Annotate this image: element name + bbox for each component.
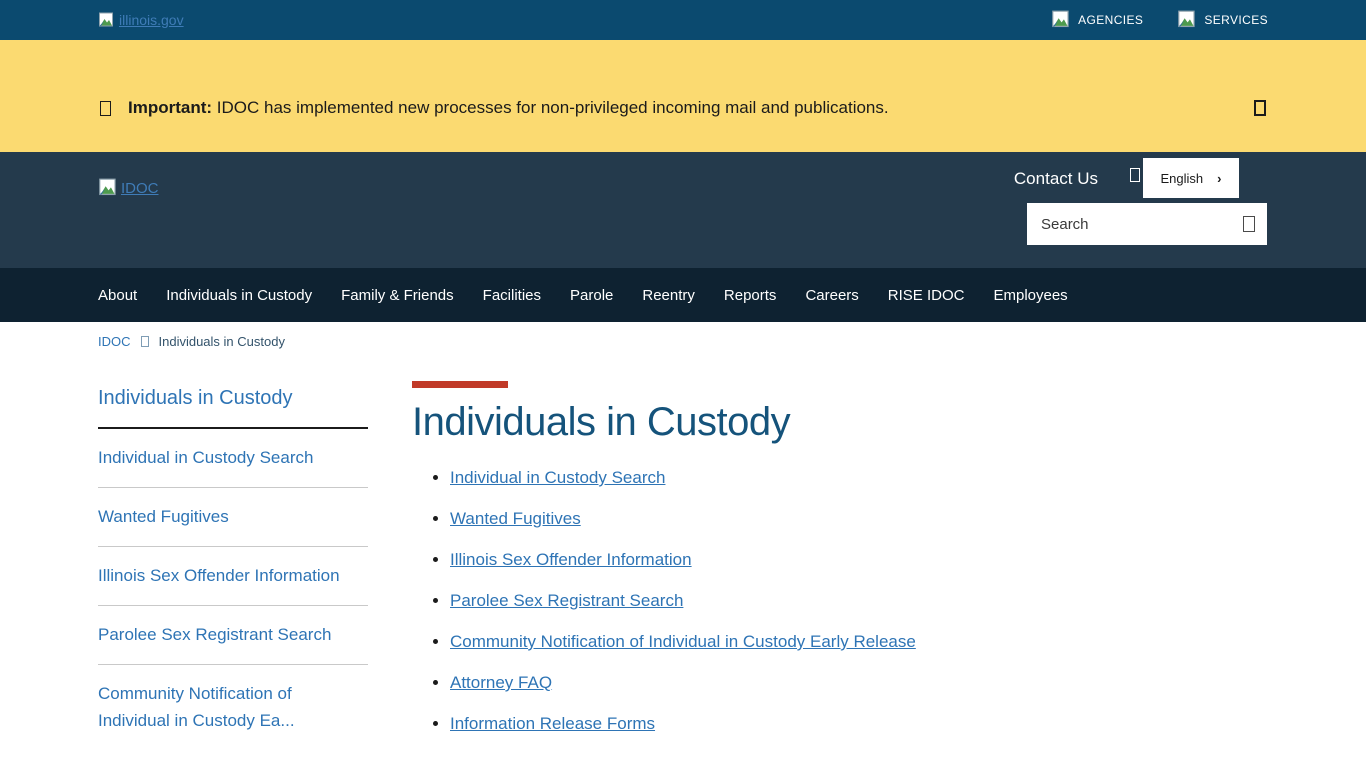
broken-image-icon — [98, 178, 118, 198]
gov-topbar: illinois.gov AGENCIES SERVICES — [0, 0, 1366, 40]
list-item: Information Release Forms — [450, 714, 1268, 734]
search-button[interactable] — [1243, 216, 1255, 232]
sidebar-item-sex-offender-info[interactable]: Illinois Sex Offender Information — [98, 547, 368, 605]
nav-item-reentry[interactable]: Reentry — [642, 287, 695, 304]
sidebar-item: Parolee Sex Registrant Search — [98, 606, 368, 665]
alert-banner: Important: IDOC has implemented new proc… — [0, 40, 1366, 171]
link-community-notification[interactable]: Community Notification of Individual in … — [450, 632, 916, 651]
nav-item-individuals-in-custody[interactable]: Individuals in Custody — [166, 287, 312, 304]
list-item: Attorney FAQ — [450, 673, 1268, 693]
alert-icon — [100, 101, 111, 116]
broken-image-icon — [1177, 10, 1197, 30]
sidebar: Individuals in Custody Individual in Cus… — [98, 381, 368, 755]
illinois-gov-label: illinois.gov — [119, 12, 184, 28]
sidebar-item: Individual in Custody Search — [98, 429, 368, 488]
sidebar-item-community-notification[interactable]: Community Notification of Individual in … — [98, 665, 368, 750]
services-label: SERVICES — [1204, 13, 1268, 27]
primary-nav: About Individuals in Custody Family & Fr… — [0, 268, 1366, 322]
sidebar-item-individual-search[interactable]: Individual in Custody Search — [98, 429, 368, 487]
idoc-logo-link[interactable]: IDOC — [98, 178, 159, 198]
alert-important-label: Important: — [128, 98, 213, 117]
contact-us-link[interactable]: Contact Us — [1014, 169, 1098, 189]
sidebar-item-parolee-registrant-search[interactable]: Parolee Sex Registrant Search — [98, 606, 368, 664]
list-item: Community Notification of Individual in … — [450, 632, 1268, 652]
nav-item-facilities[interactable]: Facilities — [483, 287, 541, 304]
link-parolee-registrant-search[interactable]: Parolee Sex Registrant Search — [450, 591, 683, 610]
nav-item-employees[interactable]: Employees — [993, 287, 1067, 304]
nav-item-family-friends[interactable]: Family & Friends — [341, 287, 454, 304]
nav-item-careers[interactable]: Careers — [805, 287, 858, 304]
agencies-link[interactable]: AGENCIES — [1051, 10, 1143, 30]
alert-line1: Important: IDOC has implemented new proc… — [128, 98, 889, 118]
services-link[interactable]: SERVICES — [1177, 10, 1268, 30]
list-item: Illinois Sex Offender Information — [450, 550, 1268, 570]
sidebar-item: Community Notification of Individual in … — [98, 665, 368, 750]
content-area: Individuals in Custody Individual in Cus… — [0, 349, 1366, 755]
illinois-gov-link[interactable]: illinois.gov — [98, 12, 184, 29]
nav-item-about[interactable]: About — [98, 287, 137, 304]
idoc-logo-label: IDOC — [121, 179, 159, 197]
search-box — [1027, 203, 1267, 245]
search-input[interactable] — [1041, 215, 1243, 233]
site-header: IDOC Contact Us English › — [0, 152, 1366, 268]
nav-item-parole[interactable]: Parole — [570, 287, 613, 304]
broken-image-icon — [1051, 10, 1071, 30]
sidebar-item: Illinois Sex Offender Information — [98, 547, 368, 606]
topbar-links: AGENCIES SERVICES — [1051, 10, 1268, 30]
link-individual-search[interactable]: Individual in Custody Search — [450, 468, 665, 487]
agencies-label: AGENCIES — [1078, 13, 1144, 27]
list-item: Parolee Sex Registrant Search — [450, 591, 1268, 611]
sidebar-list: Individual in Custody Search Wanted Fugi… — [98, 429, 368, 750]
breadcrumb-home-link[interactable]: IDOC — [98, 334, 131, 349]
broken-image-icon — [98, 12, 115, 29]
search-icon — [1243, 216, 1255, 232]
link-information-release-forms[interactable]: Information Release Forms — [450, 714, 655, 733]
language-label: English — [1160, 170, 1204, 186]
sidebar-item: Wanted Fugitives — [98, 488, 368, 547]
sidebar-title-link[interactable]: Individuals in Custody — [98, 381, 368, 429]
list-item: Individual in Custody Search — [450, 468, 1268, 488]
link-attorney-faq[interactable]: Attorney FAQ — [450, 673, 552, 692]
nav-item-rise-idoc[interactable]: RISE IDOC — [888, 287, 965, 304]
language-selector[interactable]: English › — [1143, 158, 1239, 198]
alert-line1-text: IDOC has implemented new processes for n… — [212, 98, 889, 117]
breadcrumb-separator-icon — [140, 336, 149, 347]
alert-close-button[interactable] — [1254, 100, 1266, 119]
link-sex-offender-info[interactable]: Illinois Sex Offender Information — [450, 550, 692, 569]
link-wanted-fugitives[interactable]: Wanted Fugitives — [450, 509, 581, 528]
nav-item-reports[interactable]: Reports — [724, 287, 777, 304]
globe-icon — [1130, 168, 1140, 182]
list-item: Wanted Fugitives — [450, 509, 1268, 529]
chevron-right-icon: › — [1217, 170, 1222, 186]
page-title: Individuals in Custody — [412, 400, 791, 444]
main-link-list: Individual in Custody Search Wanted Fugi… — [450, 468, 1268, 734]
main-column: Individuals in Custody Individual in Cus… — [412, 381, 1268, 755]
close-icon — [1254, 100, 1266, 116]
breadcrumb: IDOC Individuals in Custody — [0, 322, 1366, 349]
accent-bar — [412, 381, 508, 388]
breadcrumb-current: Individuals in Custody — [158, 334, 285, 349]
sidebar-item-wanted-fugitives[interactable]: Wanted Fugitives — [98, 488, 368, 546]
